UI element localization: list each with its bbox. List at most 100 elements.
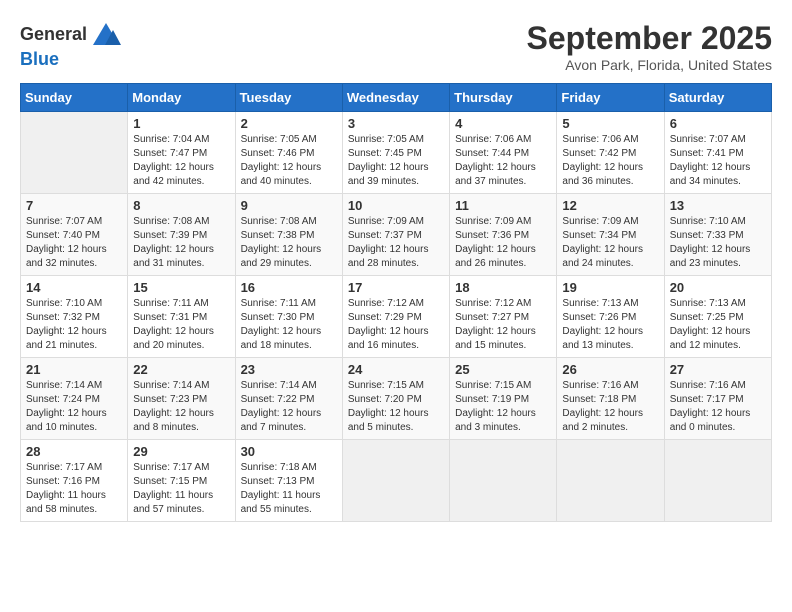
day-number: 12 — [562, 198, 658, 213]
day-info: Sunrise: 7:14 AMSunset: 7:22 PMDaylight:… — [241, 379, 337, 435]
day-info: Sunrise: 7:07 AMSunset: 7:40 PMDaylight:… — [26, 215, 122, 271]
day-info: Sunrise: 7:12 AMSunset: 7:27 PMDaylight:… — [455, 297, 551, 353]
calendar-cell: 30 Sunrise: 7:18 AMSunset: 7:13 PMDayligh… — [235, 440, 342, 522]
calendar-cell: 20 Sunrise: 7:13 AMSunset: 7:25 PMDayligh… — [664, 276, 771, 358]
calendar-cell: 21Sunrise: 7:14 AMSunset: 7:24 PMDayligh… — [21, 358, 128, 440]
calendar-cell — [450, 440, 557, 522]
header-wednesday: Wednesday — [342, 84, 449, 112]
day-info: Sunrise: 7:06 AMSunset: 7:42 PMDaylight:… — [562, 133, 658, 189]
day-info: Sunrise: 7:13 AMSunset: 7:25 PMDaylight:… — [670, 297, 766, 353]
day-info: Sunrise: 7:16 AMSunset: 7:18 PMDaylight:… — [562, 379, 658, 435]
header-sunday: Sunday — [21, 84, 128, 112]
logo: General Blue — [20, 20, 121, 70]
calendar-cell: 4 Sunrise: 7:06 AMSunset: 7:44 PMDaylight… — [450, 112, 557, 194]
day-info: Sunrise: 7:12 AMSunset: 7:29 PMDaylight:… — [348, 297, 444, 353]
calendar-cell: 6 Sunrise: 7:07 AMSunset: 7:41 PMDaylight… — [664, 112, 771, 194]
day-info: Sunrise: 7:16 AMSunset: 7:17 PMDaylight:… — [670, 379, 766, 435]
day-info: Sunrise: 7:07 AMSunset: 7:41 PMDaylight:… — [670, 133, 766, 189]
page-header: General Blue September 2025 Avon Park, F… — [20, 20, 772, 73]
day-number: 27 — [670, 362, 766, 377]
calendar-cell — [21, 112, 128, 194]
day-info: Sunrise: 7:15 AMSunset: 7:19 PMDaylight:… — [455, 379, 551, 435]
day-number: 5 — [562, 116, 658, 131]
day-info: Sunrise: 7:09 AMSunset: 7:37 PMDaylight:… — [348, 215, 444, 271]
day-info: Sunrise: 7:08 AMSunset: 7:38 PMDaylight:… — [241, 215, 337, 271]
day-number: 18 — [455, 280, 551, 295]
week-row-2: 14 Sunrise: 7:10 AMSunset: 7:32 PMDayligh… — [21, 276, 772, 358]
calendar-cell: 11 Sunrise: 7:09 AMSunset: 7:36 PMDayligh… — [450, 194, 557, 276]
day-number: 9 — [241, 198, 337, 213]
week-row-4: 28 Sunrise: 7:17 AMSunset: 7:16 PMDayligh… — [21, 440, 772, 522]
calendar-cell: 10 Sunrise: 7:09 AMSunset: 7:37 PMDayligh… — [342, 194, 449, 276]
day-number: 23 — [241, 362, 337, 377]
day-number: 20 — [670, 280, 766, 295]
header-saturday: Saturday — [664, 84, 771, 112]
day-info: Sunrise: 7:14 AMSunset: 7:23 PMDaylight:… — [133, 379, 229, 435]
calendar-cell: 16Sunrise: 7:11 AMSunset: 7:30 PMDayligh… — [235, 276, 342, 358]
day-number: 30 — [241, 444, 337, 459]
header-thursday: Thursday — [450, 84, 557, 112]
day-number: 19 — [562, 280, 658, 295]
calendar-cell: 17Sunrise: 7:12 AMSunset: 7:29 PMDayligh… — [342, 276, 449, 358]
day-number: 6 — [670, 116, 766, 131]
calendar-cell: 24Sunrise: 7:15 AMSunset: 7:20 PMDayligh… — [342, 358, 449, 440]
day-number: 1 — [133, 116, 229, 131]
day-number: 13 — [670, 198, 766, 213]
title-section: September 2025 Avon Park, Florida, Unite… — [527, 20, 772, 73]
week-row-0: 1 Sunrise: 7:04 AMSunset: 7:47 PMDaylight… — [21, 112, 772, 194]
day-number: 22 — [133, 362, 229, 377]
day-info: Sunrise: 7:05 AMSunset: 7:45 PMDaylight:… — [348, 133, 444, 189]
week-row-1: 7 Sunrise: 7:07 AMSunset: 7:40 PMDaylight… — [21, 194, 772, 276]
calendar-cell: 7 Sunrise: 7:07 AMSunset: 7:40 PMDaylight… — [21, 194, 128, 276]
day-info: Sunrise: 7:09 AMSunset: 7:34 PMDaylight:… — [562, 215, 658, 271]
day-info: Sunrise: 7:17 AMSunset: 7:16 PMDaylight:… — [26, 461, 122, 517]
calendar-cell: 18 Sunrise: 7:12 AMSunset: 7:27 PMDayligh… — [450, 276, 557, 358]
subtitle: Avon Park, Florida, United States — [527, 57, 772, 73]
day-info: Sunrise: 7:17 AMSunset: 7:15 PMDaylight:… — [133, 461, 229, 517]
calendar-cell: 26Sunrise: 7:16 AMSunset: 7:18 PMDayligh… — [557, 358, 664, 440]
day-info: Sunrise: 7:10 AMSunset: 7:33 PMDaylight:… — [670, 215, 766, 271]
week-row-3: 21Sunrise: 7:14 AMSunset: 7:24 PMDayligh… — [21, 358, 772, 440]
header-friday: Friday — [557, 84, 664, 112]
day-number: 4 — [455, 116, 551, 131]
day-info: Sunrise: 7:08 AMSunset: 7:39 PMDaylight:… — [133, 215, 229, 271]
day-info: Sunrise: 7:06 AMSunset: 7:44 PMDaylight:… — [455, 133, 551, 189]
day-info: Sunrise: 7:11 AMSunset: 7:30 PMDaylight:… — [241, 297, 337, 353]
logo-blue: Blue — [20, 50, 121, 70]
header-row: SundayMondayTuesdayWednesdayThursdayFrid… — [21, 84, 772, 112]
calendar-cell: 9 Sunrise: 7:08 AMSunset: 7:38 PMDaylight… — [235, 194, 342, 276]
day-number: 7 — [26, 198, 122, 213]
day-info: Sunrise: 7:04 AMSunset: 7:47 PMDaylight:… — [133, 133, 229, 189]
day-number: 28 — [26, 444, 122, 459]
calendar-cell: 5 Sunrise: 7:06 AMSunset: 7:42 PMDaylight… — [557, 112, 664, 194]
day-info: Sunrise: 7:09 AMSunset: 7:36 PMDaylight:… — [455, 215, 551, 271]
logo-icon — [91, 20, 121, 50]
day-number: 8 — [133, 198, 229, 213]
calendar-cell — [557, 440, 664, 522]
calendar-cell: 13 Sunrise: 7:10 AMSunset: 7:33 PMDayligh… — [664, 194, 771, 276]
calendar-cell — [664, 440, 771, 522]
calendar-cell: 12 Sunrise: 7:09 AMSunset: 7:34 PMDayligh… — [557, 194, 664, 276]
calendar-cell: 2Sunrise: 7:05 AMSunset: 7:46 PMDaylight… — [235, 112, 342, 194]
calendar-cell: 29 Sunrise: 7:17 AMSunset: 7:15 PMDayligh… — [128, 440, 235, 522]
calendar-cell: 27 Sunrise: 7:16 AMSunset: 7:17 PMDayligh… — [664, 358, 771, 440]
day-number: 24 — [348, 362, 444, 377]
calendar-cell: 3Sunrise: 7:05 AMSunset: 7:45 PMDaylight… — [342, 112, 449, 194]
calendar-cell: 23 Sunrise: 7:14 AMSunset: 7:22 PMDayligh… — [235, 358, 342, 440]
header-tuesday: Tuesday — [235, 84, 342, 112]
day-number: 10 — [348, 198, 444, 213]
day-info: Sunrise: 7:10 AMSunset: 7:32 PMDaylight:… — [26, 297, 122, 353]
day-number: 14 — [26, 280, 122, 295]
calendar-cell: 25Sunrise: 7:15 AMSunset: 7:19 PMDayligh… — [450, 358, 557, 440]
day-info: Sunrise: 7:18 AMSunset: 7:13 PMDaylight:… — [241, 461, 337, 517]
header-monday: Monday — [128, 84, 235, 112]
day-info: Sunrise: 7:11 AMSunset: 7:31 PMDaylight:… — [133, 297, 229, 353]
calendar-cell: 22 Sunrise: 7:14 AMSunset: 7:23 PMDayligh… — [128, 358, 235, 440]
day-number: 11 — [455, 198, 551, 213]
logo-general: General — [20, 25, 87, 45]
calendar-table: SundayMondayTuesdayWednesdayThursdayFrid… — [20, 83, 772, 522]
calendar-cell: 28 Sunrise: 7:17 AMSunset: 7:16 PMDayligh… — [21, 440, 128, 522]
month-title: September 2025 — [527, 20, 772, 57]
day-number: 29 — [133, 444, 229, 459]
calendar-cell: 14 Sunrise: 7:10 AMSunset: 7:32 PMDayligh… — [21, 276, 128, 358]
